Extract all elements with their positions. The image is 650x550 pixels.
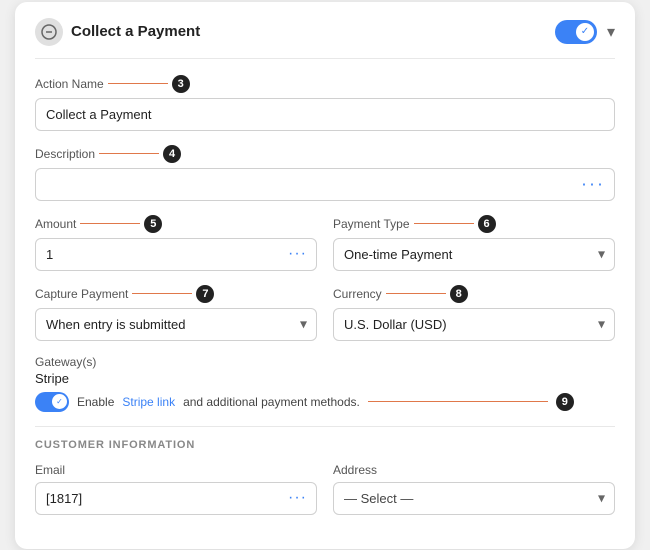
address-select[interactable]: — Select — xyxy=(333,482,615,515)
payment-icon xyxy=(35,18,63,46)
gateway-section: Gateway(s) Stripe ✓ Enable Stripe link a… xyxy=(35,355,615,412)
enable-text-post: and additional payment methods. xyxy=(183,395,360,409)
stripe-toggle-knob: ✓ xyxy=(52,394,67,409)
action-name-field: Action Name 3 xyxy=(35,75,615,131)
description-input[interactable] xyxy=(35,168,615,201)
gateway-name: Stripe xyxy=(35,371,615,386)
address-field: Address — Select — xyxy=(333,463,615,515)
amount-label: Amount 5 xyxy=(35,215,317,233)
label-line xyxy=(132,293,192,294)
currency-select-wrapper: U.S. Dollar (USD) xyxy=(333,308,615,341)
customer-info-heading: CUSTOMER INFORMATION xyxy=(35,426,615,451)
currency-field: Currency 8 U.S. Dollar (USD) xyxy=(333,285,615,341)
payment-type-select[interactable]: One-time Payment xyxy=(333,238,615,271)
badge-6: 6 xyxy=(478,215,496,233)
card-title: Collect a Payment xyxy=(71,23,200,40)
payment-type-select-wrapper: One-time Payment xyxy=(333,238,615,271)
enable-toggle[interactable]: ✓ xyxy=(555,20,597,44)
payment-type-field: Payment Type 6 One-time Payment xyxy=(333,215,615,271)
currency-label: Currency 8 xyxy=(333,285,615,303)
amount-payment-row: Amount 5 ··· Payment Type 6 One-time Pay… xyxy=(35,215,615,271)
enable-line xyxy=(368,401,548,402)
label-line xyxy=(108,83,168,84)
address-label: Address xyxy=(333,463,615,477)
description-more-icon[interactable]: ··· xyxy=(581,174,605,195)
badge-8: 8 xyxy=(450,285,468,303)
stripe-link[interactable]: Stripe link xyxy=(122,395,175,409)
action-name-input-wrapper xyxy=(35,98,615,131)
badge-5: 5 xyxy=(144,215,162,233)
enable-text-pre: Enable xyxy=(77,395,114,409)
capture-select[interactable]: When entry is submitted xyxy=(35,308,317,341)
email-input[interactable] xyxy=(35,482,317,515)
label-line xyxy=(80,223,140,224)
badge-4: 4 xyxy=(163,145,181,163)
description-label: Description 4 xyxy=(35,145,615,163)
capture-label: Capture Payment 7 xyxy=(35,285,317,303)
amount-input-wrapper: ··· xyxy=(35,238,317,271)
email-label: Email xyxy=(35,463,317,477)
label-line xyxy=(386,293,446,294)
toggle-knob: ✓ xyxy=(576,23,594,41)
capture-currency-row: Capture Payment 7 When entry is submitte… xyxy=(35,285,615,341)
badge-7: 7 xyxy=(196,285,214,303)
action-name-input[interactable] xyxy=(35,98,615,131)
action-name-label: Action Name 3 xyxy=(35,75,615,93)
card-header: Collect a Payment ✓ ▾ xyxy=(35,18,615,59)
description-input-wrapper: ··· xyxy=(35,168,615,201)
address-select-wrapper: — Select — xyxy=(333,482,615,515)
enable-row: ✓ Enable Stripe link and additional paym… xyxy=(35,392,615,412)
payment-card: Collect a Payment ✓ ▾ Action Name 3 Desc… xyxy=(15,2,635,549)
header-right: ✓ ▾ xyxy=(555,20,615,44)
label-line xyxy=(99,153,159,154)
capture-select-wrapper: When entry is submitted xyxy=(35,308,317,341)
amount-input[interactable] xyxy=(35,238,317,271)
email-input-wrapper: ··· xyxy=(35,482,317,515)
stripe-link-toggle[interactable]: ✓ xyxy=(35,392,69,412)
capture-field: Capture Payment 7 When entry is submitte… xyxy=(35,285,317,341)
amount-more-icon[interactable]: ··· xyxy=(288,245,307,263)
badge-9: 9 xyxy=(556,393,574,411)
header-left: Collect a Payment xyxy=(35,18,200,46)
badge-3: 3 xyxy=(172,75,190,93)
email-address-row: Email ··· Address — Select — xyxy=(35,463,615,515)
collapse-chevron[interactable]: ▾ xyxy=(607,22,615,42)
description-field: Description 4 ··· xyxy=(35,145,615,201)
amount-field: Amount 5 ··· xyxy=(35,215,317,271)
label-line xyxy=(414,223,474,224)
email-field: Email ··· xyxy=(35,463,317,515)
payment-type-label: Payment Type 6 xyxy=(333,215,615,233)
gateway-section-label: Gateway(s) xyxy=(35,355,615,369)
currency-select[interactable]: U.S. Dollar (USD) xyxy=(333,308,615,341)
email-more-icon[interactable]: ··· xyxy=(288,489,307,507)
